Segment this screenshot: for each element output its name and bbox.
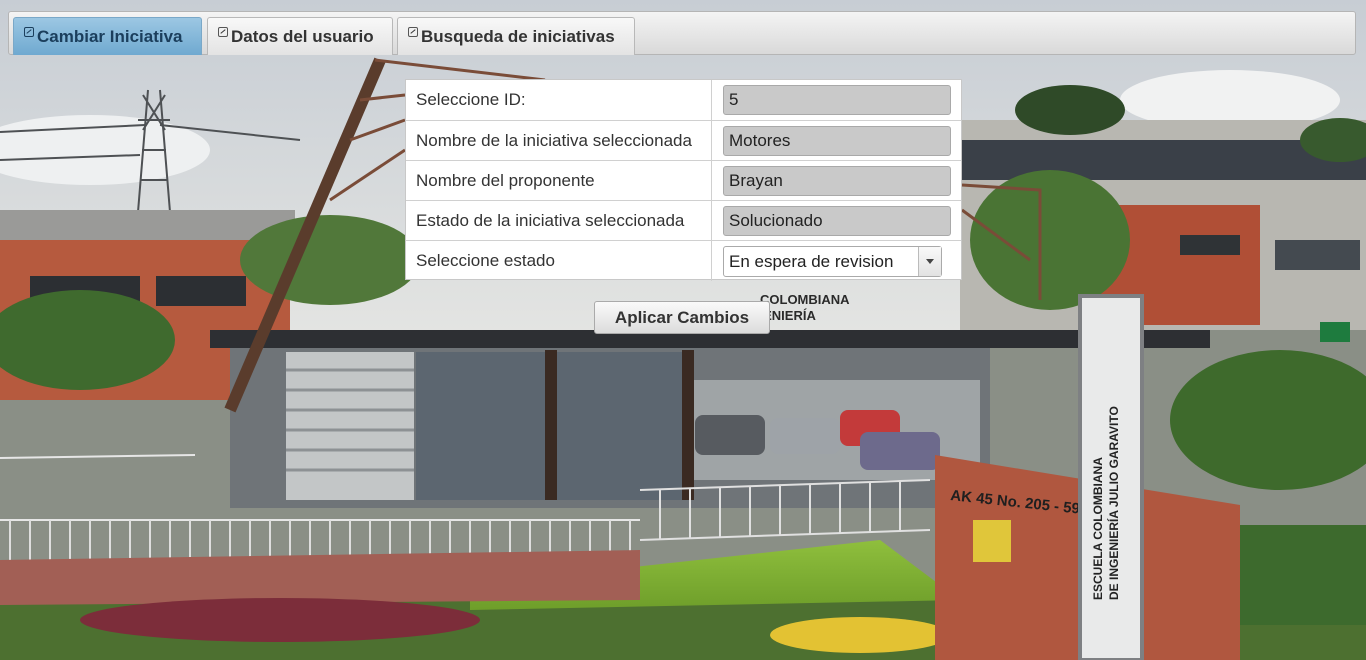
estado-select-value: En espera de revision <box>729 252 894 271</box>
select-id-field[interactable]: 5 <box>723 85 951 115</box>
nombre-iniciativa-field[interactable]: Motores <box>723 126 951 156</box>
estado-actual-field[interactable]: Solucionado <box>723 206 951 236</box>
cambiar-iniciativa-form: Seleccione ID: 5 Nombre de la iniciativa… <box>405 79 962 281</box>
form-row-seleccione-estado: Seleccione estado En espera de revision <box>406 240 961 281</box>
tab-cambiar-iniciativa-icon <box>24 26 34 37</box>
proponente-field[interactable]: Brayan <box>723 166 951 196</box>
tab-busqueda-de-iniciativas[interactable]: Busqueda de iniciativas <box>397 17 635 55</box>
seleccione-estado-label: Seleccione estado <box>406 241 712 281</box>
select-id-label: Seleccione ID: <box>406 80 712 120</box>
tab-datos-del-usuario-label: Datos del usuario <box>231 26 374 46</box>
apply-changes-button[interactable]: Aplicar Cambios <box>594 301 770 334</box>
tab-datos-del-usuario[interactable]: Datos del usuario <box>207 17 393 55</box>
tab-cambiar-iniciativa-label: Cambiar Iniciativa <box>37 26 183 46</box>
proponente-label: Nombre del proponente <box>406 161 712 201</box>
form-row-id: Seleccione ID: 5 <box>406 80 961 120</box>
tab-datos-del-usuario-icon <box>218 26 228 37</box>
tab-cambiar-iniciativa[interactable]: Cambiar Iniciativa <box>13 17 202 55</box>
svg-text:DE INGENIERÍA JULIO GARAVITO: DE INGENIERÍA JULIO GARAVITO <box>1106 406 1121 600</box>
estado-select[interactable]: En espera de revision <box>723 246 942 277</box>
nombre-iniciativa-label: Nombre de la iniciativa seleccionada <box>406 121 712 161</box>
chevron-down-icon[interactable] <box>918 247 941 276</box>
svg-text:ESCUELA COLOMBIANA: ESCUELA COLOMBIANA <box>1091 457 1105 600</box>
estado-actual-label: Estado de la iniciativa seleccionada <box>406 201 712 241</box>
tab-busqueda-de-iniciativas-label: Busqueda de iniciativas <box>421 26 615 46</box>
tab-bar: Cambiar Iniciativa Datos del usuario Bus… <box>8 11 1356 55</box>
form-row-nombre-iniciativa: Nombre de la iniciativa seleccionada Mot… <box>406 120 961 161</box>
form-row-estado-actual: Estado de la iniciativa seleccionada Sol… <box>406 200 961 241</box>
svg-text:COLOMBIANA: COLOMBIANA <box>760 292 850 307</box>
tab-busqueda-de-iniciativas-icon <box>408 26 418 37</box>
form-row-proponente: Nombre del proponente Brayan <box>406 160 961 201</box>
